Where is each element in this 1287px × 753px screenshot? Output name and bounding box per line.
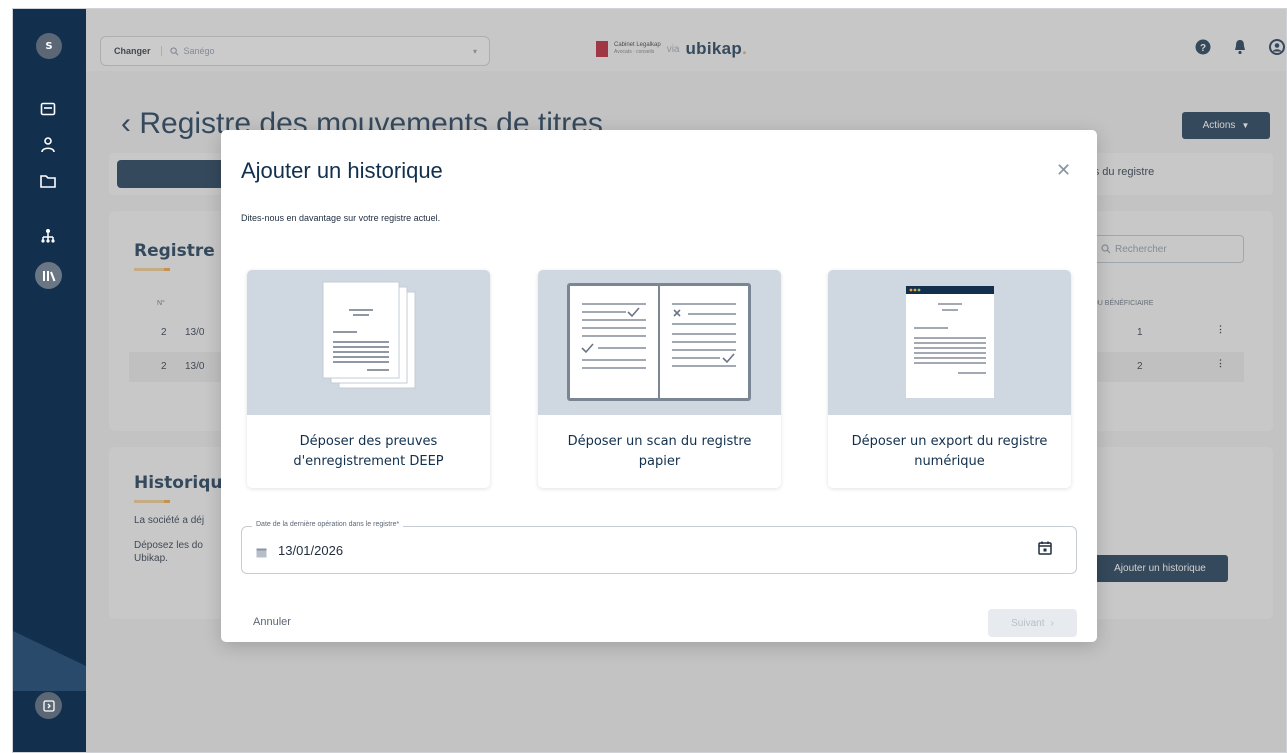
browser-document-icon — [828, 270, 1071, 415]
collapse-icon[interactable] — [35, 692, 62, 719]
option-deep-proofs[interactable]: Déposer des preuves d'enregistrement DEE… — [247, 270, 490, 488]
close-icon[interactable]: ✕ — [1056, 160, 1071, 181]
org-chart-icon[interactable] — [39, 228, 57, 244]
next-button[interactable]: Suivant › — [988, 609, 1077, 637]
option-digital-export[interactable]: Déposer un export du registre numérique — [828, 270, 1071, 488]
home-icon[interactable] — [39, 101, 57, 117]
app-window: S Changer Sanégo ▾ Cabinet Legalkap Avoc… — [12, 8, 1287, 753]
folder-icon[interactable] — [39, 173, 57, 189]
sidebar-decoration — [13, 631, 86, 691]
calendar-small-icon — [256, 543, 267, 562]
person-icon[interactable] — [39, 137, 57, 153]
cancel-button[interactable]: Annuler — [253, 616, 291, 628]
option-label: Déposer un export du registre numérique — [851, 433, 1048, 469]
calendar-icon[interactable] — [1037, 540, 1053, 560]
chevron-right-icon: › — [1050, 617, 1054, 629]
date-field-label: Date de la dernière opération dans le re… — [252, 521, 404, 528]
option-paper-scan[interactable]: Déposer un scan du registre papier — [538, 270, 781, 488]
open-register-book-icon — [538, 270, 781, 415]
sidebar: S — [13, 9, 86, 752]
modal-title: Ajouter un historique — [241, 158, 443, 183]
stacked-documents-icon — [247, 270, 490, 415]
modal-subtitle: Dites-nous en davantage sur votre regist… — [241, 213, 441, 223]
company-avatar[interactable]: S — [36, 33, 62, 59]
option-label: Déposer un scan du registre papier — [567, 433, 752, 469]
library-icon[interactable] — [35, 262, 62, 289]
add-history-modal: Ajouter un historique ✕ Dites-nous en da… — [221, 130, 1097, 642]
last-operation-date-field[interactable]: Date de la dernière opération dans le re… — [241, 521, 1077, 574]
date-value: 13/01/2026 — [278, 543, 344, 558]
option-label: Déposer des preuves d'enregistrement DEE… — [293, 433, 444, 469]
